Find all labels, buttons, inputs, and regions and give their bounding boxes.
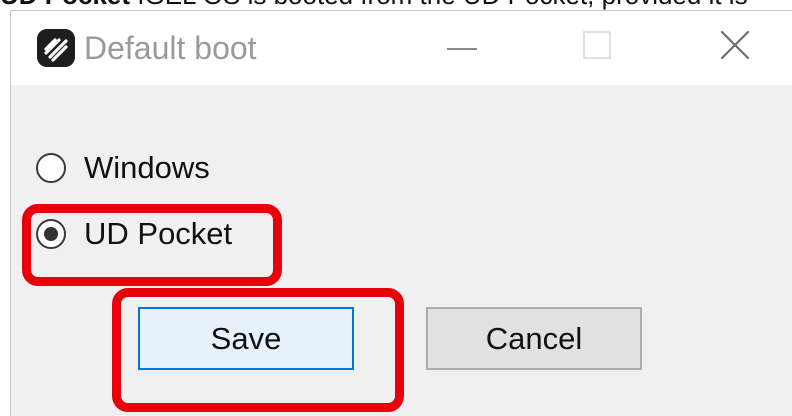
radio-label-ud-pocket: UD Pocket bbox=[84, 216, 233, 251]
minimize-icon bbox=[447, 38, 477, 56]
minimize-button[interactable] bbox=[436, 25, 488, 69]
cancel-button[interactable]: Cancel bbox=[426, 307, 642, 370]
radio-selected-dot bbox=[44, 227, 58, 241]
radio-button-selected[interactable] bbox=[36, 219, 66, 249]
caption-text: IGEL OS is booted from the UD Pocket, pr… bbox=[130, 0, 747, 10]
close-button[interactable] bbox=[709, 25, 761, 69]
radio-label-windows: Windows bbox=[84, 150, 210, 185]
radio-option-ud-pocket[interactable]: UD Pocket bbox=[36, 216, 232, 252]
save-button[interactable]: Save bbox=[138, 307, 354, 370]
screenshot: UD Pocket IGEL OS is booted from the UD … bbox=[0, 0, 792, 416]
document-caption: UD Pocket IGEL OS is booted from the UD … bbox=[0, 0, 792, 10]
radio-option-windows[interactable]: Windows bbox=[36, 150, 210, 186]
caption-bold-text: UD Pocket bbox=[0, 0, 130, 10]
radio-button-unselected[interactable] bbox=[36, 153, 66, 183]
maximize-button[interactable] bbox=[571, 25, 623, 69]
dialog-title: Default boot bbox=[84, 30, 257, 66]
close-icon bbox=[720, 30, 750, 65]
title-bar[interactable]: Default boot bbox=[11, 11, 792, 85]
maximize-icon bbox=[583, 30, 611, 64]
igel-logo-icon bbox=[37, 29, 75, 67]
default-boot-dialog: Default boot bbox=[10, 10, 792, 416]
